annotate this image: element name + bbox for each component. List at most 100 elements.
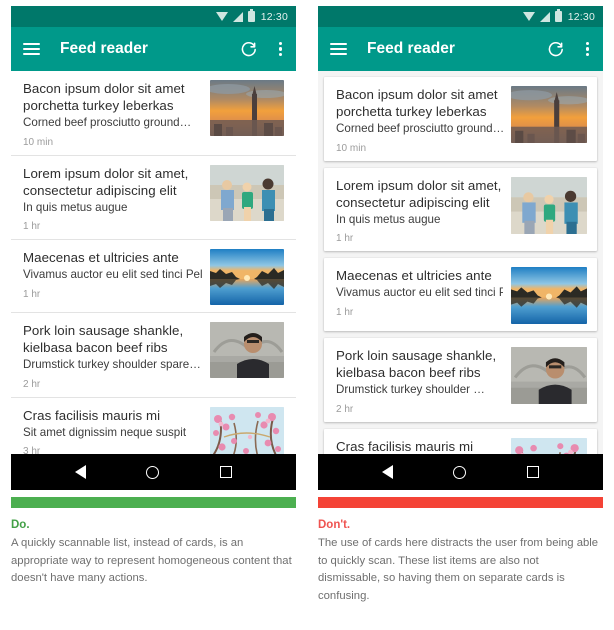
page-title: Feed reader bbox=[367, 40, 455, 57]
city-sunset-thumbnail bbox=[511, 86, 587, 143]
battery-icon bbox=[554, 9, 562, 22]
phone-mockup-do: 12:30 Feed reader Bacon ipsum dolor sit … bbox=[11, 6, 296, 508]
recents-nav-icon[interactable] bbox=[526, 466, 539, 478]
list-item[interactable]: Pork loin sausage shankle, kielbasa baco… bbox=[11, 313, 296, 398]
list-item-title: Cras facilisis mauris mi bbox=[23, 407, 161, 423]
list-item-text: Bacon ipsum dolor sit amet porchetta tur… bbox=[23, 80, 210, 148]
list-item-timestamp: 10 min bbox=[336, 142, 367, 154]
list-item-text: Cras facilisis mauris mi Sit amet dignis… bbox=[336, 438, 511, 455]
caption-body: The use of cards here distracts the user… bbox=[318, 537, 599, 602]
list-item-subtitle: In quis metus augue bbox=[336, 212, 441, 226]
feed-list-flat[interactable]: Bacon ipsum dolor sit amet porchetta tur… bbox=[11, 71, 296, 454]
do-indicator-bar bbox=[11, 497, 296, 508]
home-nav-icon[interactable] bbox=[453, 465, 467, 479]
status-bar-icons bbox=[522, 9, 562, 22]
android-nav-bar bbox=[11, 454, 296, 490]
list-item[interactable]: Maecenas et ultricies ante Vivamus aucto… bbox=[11, 240, 296, 313]
list-item-title: Bacon ipsum dolor sit amet porchetta tur… bbox=[336, 87, 498, 119]
recents-nav-icon[interactable] bbox=[219, 466, 232, 478]
list-item-text: Bacon ipsum dolor sit amet porchetta tur… bbox=[336, 86, 511, 154]
list-item-title: Cras facilisis mauris mi bbox=[336, 438, 474, 454]
list-item-subtitle: In quis metus augue bbox=[23, 200, 128, 214]
status-bar-clock: 12:30 bbox=[567, 10, 595, 23]
beach-family-thumbnail bbox=[511, 176, 587, 234]
list-item-text: Maecenas et ultricies ante Vivamus aucto… bbox=[23, 249, 210, 300]
list-item-subtitle: Corned beef prosciutto ground… bbox=[23, 116, 192, 129]
lake-sunset-thumbnail bbox=[210, 249, 284, 305]
list-item-text: Pork loin sausage shankle, kielbasa baco… bbox=[336, 347, 511, 415]
man-portrait-thumbnail bbox=[210, 322, 284, 378]
list-item-text: Maecenas et ultricies ante Vivamus aucto… bbox=[336, 267, 511, 318]
list-item[interactable]: Bacon ipsum dolor sit amet porchetta tur… bbox=[11, 71, 296, 156]
refresh-icon[interactable] bbox=[548, 41, 565, 58]
list-item-card[interactable]: Lorem ipsum dolor sit amet, consectetur … bbox=[324, 167, 597, 251]
list-item-text: Pork loin sausage shankle, kielbasa baco… bbox=[23, 322, 210, 390]
list-item-subtitle: Corned beef prosciutto ground… bbox=[336, 122, 503, 135]
list-item-text: Lorem ipsum dolor sit amet, consectetur … bbox=[336, 177, 511, 245]
list-item-text: Cras facilisis mauris mi Sit amet dignis… bbox=[23, 407, 210, 455]
home-nav-icon[interactable] bbox=[146, 465, 160, 479]
list-item-subtitle: Drumstick turkey shoulder spare… bbox=[23, 358, 201, 371]
feed-list-cards[interactable]: Bacon ipsum dolor sit amet porchetta tur… bbox=[318, 71, 603, 454]
status-bar-icons bbox=[215, 9, 255, 22]
hamburger-menu-icon[interactable] bbox=[23, 42, 40, 56]
list-item-card[interactable]: Bacon ipsum dolor sit amet porchetta tur… bbox=[324, 77, 597, 161]
list-item-card[interactable]: Cras facilisis mauris mi Sit amet dignis… bbox=[324, 428, 597, 455]
list-item[interactable]: Lorem ipsum dolor sit amet, consectetur … bbox=[11, 155, 296, 240]
back-nav-icon[interactable] bbox=[75, 465, 87, 479]
toolbar-actions bbox=[241, 40, 284, 59]
list-item-subtitle: Vivamus auctor eu elit sed tinci Pellent… bbox=[23, 268, 202, 281]
list-item-timestamp: 1 hr bbox=[23, 288, 41, 300]
dont-panel: 12:30 Feed reader Bacon ipsum dolor sit … bbox=[307, 0, 614, 630]
city-sunset-thumbnail bbox=[210, 80, 284, 136]
list-item-timestamp: 1 hr bbox=[336, 233, 354, 244]
do-panel: 12:30 Feed reader Bacon ipsum dolor sit … bbox=[0, 0, 307, 630]
refresh-icon[interactable] bbox=[241, 41, 258, 58]
wifi-icon bbox=[215, 12, 228, 21]
do-caption: Do. A quickly scannable list, instead of… bbox=[11, 508, 296, 588]
cherry-blossom-thumbnail bbox=[210, 406, 284, 454]
back-nav-icon[interactable] bbox=[382, 465, 394, 479]
list-item-subtitle: Drumstick turkey shoulder … bbox=[336, 383, 485, 396]
status-bar-clock: 12:30 bbox=[260, 10, 288, 23]
phone-mockup-dont: 12:30 Feed reader Bacon ipsum dolor sit … bbox=[318, 6, 603, 508]
status-bar: 12:30 bbox=[318, 6, 603, 27]
app-toolbar: Feed reader bbox=[11, 27, 296, 71]
list-item-timestamp: 2 hr bbox=[23, 378, 41, 390]
list-item-text: Lorem ipsum dolor sit amet, consectetur … bbox=[23, 165, 210, 233]
list-item-subtitle: Sit amet dignissim neque suspit bbox=[23, 425, 187, 439]
list-item-timestamp: 1 hr bbox=[336, 306, 354, 318]
page-title: Feed reader bbox=[60, 40, 148, 57]
list-item-title: Maecenas et ultricies ante bbox=[23, 250, 179, 265]
list-item-title: Bacon ipsum dolor sit amet porchetta tur… bbox=[23, 81, 185, 113]
list-item-timestamp: 3 hr bbox=[23, 446, 41, 454]
list-item-title: Lorem ipsum dolor sit amet, consectetur … bbox=[336, 177, 502, 210]
wifi-icon bbox=[522, 12, 535, 21]
list-item-card[interactable]: Maecenas et ultricies ante Vivamus aucto… bbox=[324, 258, 597, 331]
caption-label: Do. bbox=[11, 519, 30, 531]
list-item-title: Pork loin sausage shankle, kielbasa baco… bbox=[336, 348, 497, 380]
beach-family-thumbnail bbox=[210, 164, 284, 221]
list-item-title: Pork loin sausage shankle, kielbasa baco… bbox=[23, 323, 184, 355]
overflow-menu-icon[interactable] bbox=[274, 40, 284, 59]
list-item-title: Maecenas et ultricies ante bbox=[336, 268, 492, 283]
signal-icon bbox=[232, 11, 243, 22]
list-item[interactable]: Cras facilisis mauris mi Sit amet dignis… bbox=[11, 397, 296, 455]
list-item-timestamp: 2 hr bbox=[336, 403, 354, 415]
dont-caption: Don't. The use of cards here distracts t… bbox=[318, 508, 603, 605]
caption-body: A quickly scannable list, instead of car… bbox=[11, 537, 292, 584]
cherry-blossom-thumbnail bbox=[511, 437, 587, 454]
list-item-card[interactable]: Pork loin sausage shankle, kielbasa baco… bbox=[324, 338, 597, 422]
list-item-title: Lorem ipsum dolor sit amet, consectetur … bbox=[23, 165, 189, 198]
list-item-timestamp: 10 min bbox=[23, 136, 54, 148]
hamburger-menu-icon[interactable] bbox=[330, 42, 347, 56]
comparison-stage: 12:30 Feed reader Bacon ipsum dolor sit … bbox=[0, 0, 614, 630]
signal-icon bbox=[539, 11, 550, 22]
status-bar: 12:30 bbox=[11, 6, 296, 27]
app-toolbar: Feed reader bbox=[318, 27, 603, 71]
toolbar-actions bbox=[548, 40, 591, 59]
list-item-timestamp: 1 hr bbox=[23, 221, 41, 232]
lake-sunset-thumbnail bbox=[511, 267, 587, 324]
overflow-menu-icon[interactable] bbox=[581, 40, 591, 59]
android-nav-bar bbox=[318, 454, 603, 490]
